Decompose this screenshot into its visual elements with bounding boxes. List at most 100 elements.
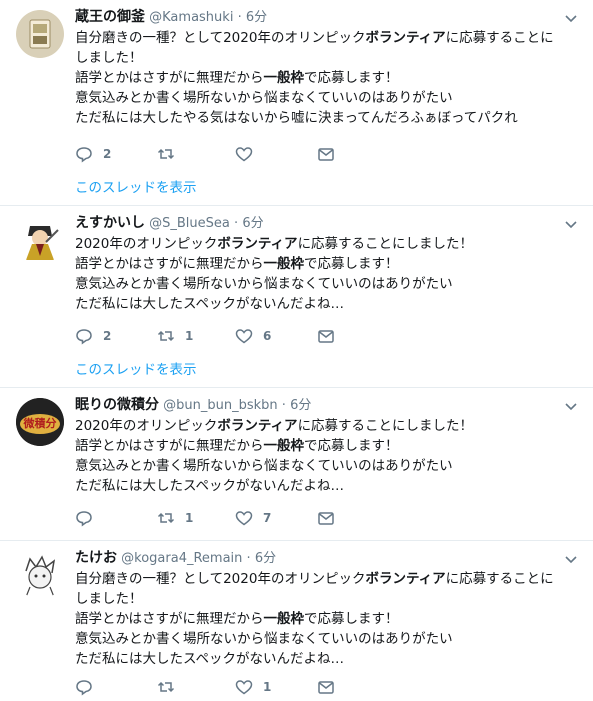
reply-icon [76,511,92,527]
separator-dot: · [281,398,286,413]
retweet-button[interactable]: 1 [157,326,193,346]
reply-button[interactable]: 2 [75,326,111,346]
tweet-line: 2020年のオリンピックボランティアに応募することにしました！ [75,418,474,434]
heart-icon [235,329,253,344]
tweet-header: 蔵王の御釜 @Kamashuki · 6分 [75,8,267,27]
like-button[interactable]: 6 [235,326,271,346]
tweet[interactable]: 蔵王の御釜 @Kamashuki · 6分 自分磨きの一種？として2020年のオ… [0,0,593,206]
chevron-down-icon[interactable] [563,10,579,26]
tweet-line: 語学とかはさすがに無理だから一般枠で応募します！ [75,438,399,454]
timestamp[interactable]: 6分 [242,216,263,231]
display-name[interactable]: 眠りの微積分 [75,397,159,413]
tweet-line: 語学とかはさすがに無理だから一般枠で応募します！ [75,70,399,86]
timestamp[interactable]: 6分 [290,398,311,413]
retweet-icon [157,681,175,693]
like-button[interactable] [235,144,263,164]
heart-icon [235,680,253,695]
tweet-line: ただ私には大したやる気はないから嘘に決まってんだろふぁぼってパクれ [75,110,518,126]
chevron-down-icon[interactable] [563,398,579,414]
show-thread-link[interactable]: このスレッドを表示 [75,358,197,378]
timestamp[interactable]: 6分 [255,551,276,566]
reply-button[interactable] [75,677,103,697]
tweet-line: 自分磨きの一種？として2020年のオリンピックボランティアに応募することに [75,571,554,587]
display-name[interactable]: たけお [75,550,117,566]
display-name[interactable]: えすかいし [75,215,145,231]
retweet-button[interactable] [157,677,185,697]
retweet-button[interactable]: 1 [157,508,193,528]
display-name[interactable]: 蔵王の御釜 [75,9,145,25]
dm-button[interactable] [317,508,335,528]
user-handle[interactable]: @kogara4_Remain [121,551,242,566]
tweet-line: ただ私には大したスペックがないんだよね… [75,651,345,667]
retweet-button[interactable] [157,144,185,164]
tweet-actions: 1 7 [75,508,335,528]
tweet-text: 2020年のオリンピックボランティアに応募することにしました！ 語学とかはさすが… [75,234,580,314]
user-handle[interactable]: @bun_bun_bskbn [163,398,278,413]
like-button[interactable]: 7 [235,508,271,528]
tweet-actions: 2 1 6 [75,326,335,346]
heart-icon [235,511,253,526]
separator-dot: · [234,216,239,231]
envelope-icon [318,681,334,694]
avatar[interactable] [16,216,64,264]
chevron-down-icon[interactable] [563,551,579,567]
tweet-line: 意気込みとか書く場所ないから悩まなくていいのはありがたい [75,631,453,647]
avatar-image [16,551,64,599]
chevron-down-icon[interactable] [563,216,579,232]
tweet-line: ただ私には大したスペックがないんだよね… [75,478,345,494]
avatar[interactable] [16,10,64,58]
tweet-line: 2020年のオリンピックボランティアに応募することにしました！ [75,236,474,252]
avatar[interactable]: 微積分 [16,398,64,446]
tweet-text: 自分磨きの一種？として2020年のオリンピックボランティアに応募することに しま… [75,569,580,669]
like-count: 1 [263,680,272,694]
retweet-icon [157,148,175,160]
tweet-header: 眠りの微積分 @bun_bun_bskbn · 6分 [75,396,311,415]
tweet-actions: 2 [75,144,335,164]
tweet[interactable]: たけお @kogara4_Remain · 6分 自分磨きの一種？として2020… [0,541,593,701]
tweet-line: しました！ [75,50,143,66]
separator-dot: · [237,10,242,25]
reply-icon [76,680,92,696]
tweet-text: 自分磨きの一種？として2020年のオリンピックボランティアに応募することに しま… [75,28,580,128]
user-handle[interactable]: @Kamashuki [149,10,233,25]
avatar-image [16,216,64,264]
retweet-icon [157,330,175,342]
tweet-header: えすかいし @S_BlueSea · 6分 [75,214,264,233]
dm-button[interactable] [317,144,335,164]
tweet-line: 意気込みとか書く場所ないから悩まなくていいのはありがたい [75,276,453,292]
reply-button[interactable]: 2 [75,144,111,164]
tweet-actions: 1 [75,677,335,697]
like-button[interactable]: 1 [235,677,271,697]
dm-button[interactable] [317,677,335,697]
timestamp[interactable]: 6分 [246,10,267,25]
reply-count: 2 [103,329,112,343]
like-count: 7 [263,511,272,525]
avatar-image [16,10,64,58]
reply-icon [76,329,92,345]
tweet-line: ただ私には大したスペックがないんだよね… [75,296,345,312]
tweet-line: しました！ [75,591,143,607]
retweet-icon [157,512,175,524]
avatar[interactable] [16,551,64,599]
envelope-icon [318,148,334,161]
reply-count: 2 [103,147,112,161]
dm-button[interactable] [317,326,335,346]
tweet[interactable]: 微積分 眠りの微積分 @bun_bun_bskbn · 6分 2020年のオリン… [0,388,593,541]
tweet-line: 意気込みとか書く場所ないから悩まなくていいのはありがたい [75,458,453,474]
separator-dot: · [246,551,251,566]
like-count: 6 [263,329,272,343]
tweet-line: 語学とかはさすがに無理だから一般枠で応募します！ [75,611,399,627]
retweet-count: 1 [185,511,194,525]
tweet-line: 自分磨きの一種？として2020年のオリンピックボランティアに応募することに [75,30,554,46]
envelope-icon [318,330,334,343]
user-handle[interactable]: @S_BlueSea [149,216,230,231]
reply-button[interactable] [75,508,103,528]
heart-icon [235,147,253,162]
reply-icon [76,147,92,163]
envelope-icon [318,512,334,525]
show-thread-link[interactable]: このスレッドを表示 [75,176,197,196]
tweet[interactable]: えすかいし @S_BlueSea · 6分 2020年のオリンピックボランティア… [0,206,593,388]
tweet-text: 2020年のオリンピックボランティアに応募することにしました！ 語学とかはさすが… [75,416,580,496]
avatar-text: 微積分 [23,417,57,430]
tweet-header: たけお @kogara4_Remain · 6分 [75,549,276,568]
